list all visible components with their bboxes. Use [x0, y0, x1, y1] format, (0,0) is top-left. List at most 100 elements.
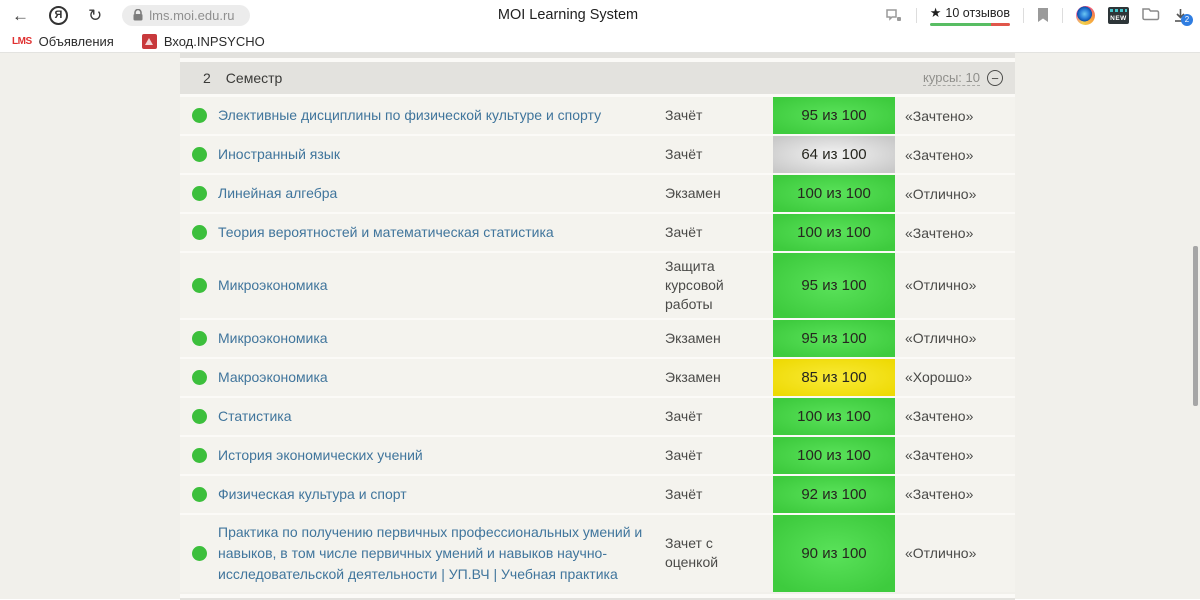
score-badge: 85 из 100	[773, 358, 895, 396]
lms-favicon: LMS	[12, 35, 32, 47]
bookmark-item-announcements[interactable]: LMS Объявления	[12, 34, 114, 49]
reviews-count-label: 10 отзывов	[945, 5, 1010, 20]
courses-count-link[interactable]: курсы: 10	[923, 70, 980, 86]
course-name-link[interactable]: История экономических учений	[218, 437, 665, 474]
status-cell	[180, 320, 218, 357]
course-name-link[interactable]: Физическая культура и спорт	[218, 476, 665, 513]
assessment-type: Зачёт	[665, 407, 703, 424]
protect-icon[interactable]	[886, 8, 903, 23]
course-name-link[interactable]: Линейная алгебра	[218, 175, 665, 212]
course-row: Физическая культура и спорт Зачёт 92 из …	[180, 475, 1015, 513]
course-name-link[interactable]: Статистика	[218, 398, 665, 435]
score-badge: 95 из 100	[773, 319, 895, 357]
back-icon[interactable]: ←	[12, 7, 29, 24]
course-row: Теория вероятностей и математическая ста…	[180, 214, 1015, 251]
course-name-link[interactable]: Элективные дисциплины по физической куль…	[218, 97, 665, 134]
status-cell	[180, 175, 218, 212]
course-name-link[interactable]: Микроэкономика	[218, 253, 665, 318]
new-extension-icon[interactable]: NEW	[1108, 6, 1129, 24]
inpsycho-favicon	[141, 33, 157, 49]
course-row: Иностранный язык Зачёт 64 из 100 «Зачтен…	[180, 136, 1015, 173]
new-label: NEW	[1110, 14, 1127, 22]
downloads-count-badge: 2	[1181, 13, 1193, 26]
status-cell	[180, 136, 218, 173]
status-cell	[180, 253, 218, 318]
grade-label: «Отлично»	[905, 545, 977, 562]
bookmark-label: Объявления	[38, 33, 114, 49]
grade-label: «Зачтено»	[905, 224, 974, 241]
course-status-dot	[191, 225, 207, 240]
score-badge: 90 из 100	[773, 514, 895, 592]
course-status-dot	[191, 545, 207, 561]
course-name-link[interactable]: Теория вероятностей и математическая ста…	[218, 214, 665, 251]
downloads-icon[interactable]: 2	[1173, 8, 1193, 26]
grade-label: «Зачтено»	[905, 486, 974, 503]
status-cell	[180, 97, 218, 134]
url-text: lms.moi.edu.ru	[149, 7, 235, 23]
separator	[1062, 7, 1063, 23]
extension-browser-icon[interactable]	[1076, 5, 1095, 25]
bookmarks-bar: LMS Объявления Вход.INPSYCHO	[0, 30, 1200, 53]
score-badge: 100 из 100	[773, 397, 895, 435]
assessment-type: Зачёт	[665, 107, 703, 124]
course-name-link[interactable]: Макроэкономика	[218, 359, 665, 396]
page-title: MOI Learning System	[497, 7, 639, 23]
bookmark-icon[interactable]	[1037, 7, 1049, 23]
bookmark-label: Вход.INPSYCHO	[163, 33, 265, 49]
course-row: Линейная алгебра Экзамен 100 из 100 «Отл…	[180, 175, 1015, 212]
reviews-rating-bar	[929, 22, 1010, 26]
address-bar[interactable]: lms.moi.edu.ru	[122, 4, 251, 26]
lock-icon	[133, 9, 143, 21]
course-row: Микроэкономика Защита курсовой работы 95…	[180, 253, 1015, 318]
yandex-browser-icon[interactable]: Я	[49, 5, 68, 25]
star-icon: ★	[929, 4, 942, 20]
course-row: Макроэкономика Экзамен 85 из 100 «Хорошо…	[180, 358, 1015, 396]
grade-label: «Зачтено»	[905, 146, 974, 163]
status-cell	[180, 476, 218, 513]
status-cell	[180, 214, 218, 251]
score-badge: 100 из 100	[773, 214, 895, 251]
assessment-type: Зачёт	[665, 146, 703, 163]
assessment-type: Защита курсовой работы	[665, 258, 724, 312]
bookmark-item-inpsycho[interactable]: Вход.INPSYCHO	[141, 33, 265, 49]
grades-table: 2 Семестр курсы: 10 − Элективные дисципл…	[180, 53, 1015, 600]
status-cell	[180, 437, 218, 474]
assessment-type: Зачет с оценкой	[665, 535, 719, 571]
grade-label: «Отлично»	[905, 330, 977, 347]
course-name-link[interactable]: Практика по получению первичных професси…	[218, 515, 665, 592]
course-name-link[interactable]: Микроэкономика	[218, 320, 665, 357]
score-badge: 64 из 100	[773, 136, 895, 173]
assessment-type: Экзамен	[665, 329, 721, 346]
vertical-scrollbar[interactable]	[1193, 246, 1198, 406]
semester-title: Семестр	[225, 70, 283, 86]
assessment-type: Зачёт	[665, 485, 703, 502]
course-status-dot	[191, 147, 207, 162]
reviews-widget[interactable]: ★ 10 отзывов	[929, 4, 1010, 26]
course-row: Элективные дисциплины по физической куль…	[180, 97, 1015, 134]
course-status-dot	[191, 408, 207, 424]
status-cell	[180, 515, 218, 592]
semester-2-header: 2 Семестр курсы: 10 −	[180, 62, 1015, 94]
grade-label: «Отлично»	[905, 185, 977, 202]
course-row: Статистика Зачёт 100 из 100 «Зачтено»	[180, 397, 1015, 435]
course-row: Практика по получению первичных професси…	[180, 514, 1015, 592]
grade-label: «Зачтено»	[905, 107, 974, 124]
course-rows: Элективные дисциплины по физической куль…	[180, 97, 1015, 592]
lms-page: 2 Семестр курсы: 10 − Элективные дисципл…	[0, 53, 1200, 600]
tab-groups-icon[interactable]	[1142, 7, 1160, 23]
course-status-dot	[191, 447, 207, 463]
course-status-dot	[191, 369, 207, 385]
course-name-link[interactable]: Иностранный язык	[218, 136, 665, 173]
status-cell	[180, 398, 218, 435]
grade-label: «Отлично»	[905, 277, 977, 294]
status-cell	[180, 359, 218, 396]
course-status-dot	[191, 108, 207, 123]
grade-label: «Хорошо»	[905, 369, 973, 386]
refresh-icon[interactable]: ↻	[88, 7, 102, 24]
course-row: История экономических учений Зачёт 100 и…	[180, 436, 1015, 474]
browser-toolbar: ← Я ↻ lms.moi.edu.ru MOI Learning System…	[0, 0, 1200, 30]
collapse-section-icon[interactable]: −	[987, 70, 1003, 86]
grade-label: «Зачтено»	[905, 447, 974, 464]
course-status-dot	[191, 186, 207, 201]
score-badge: 95 из 100	[773, 97, 895, 134]
